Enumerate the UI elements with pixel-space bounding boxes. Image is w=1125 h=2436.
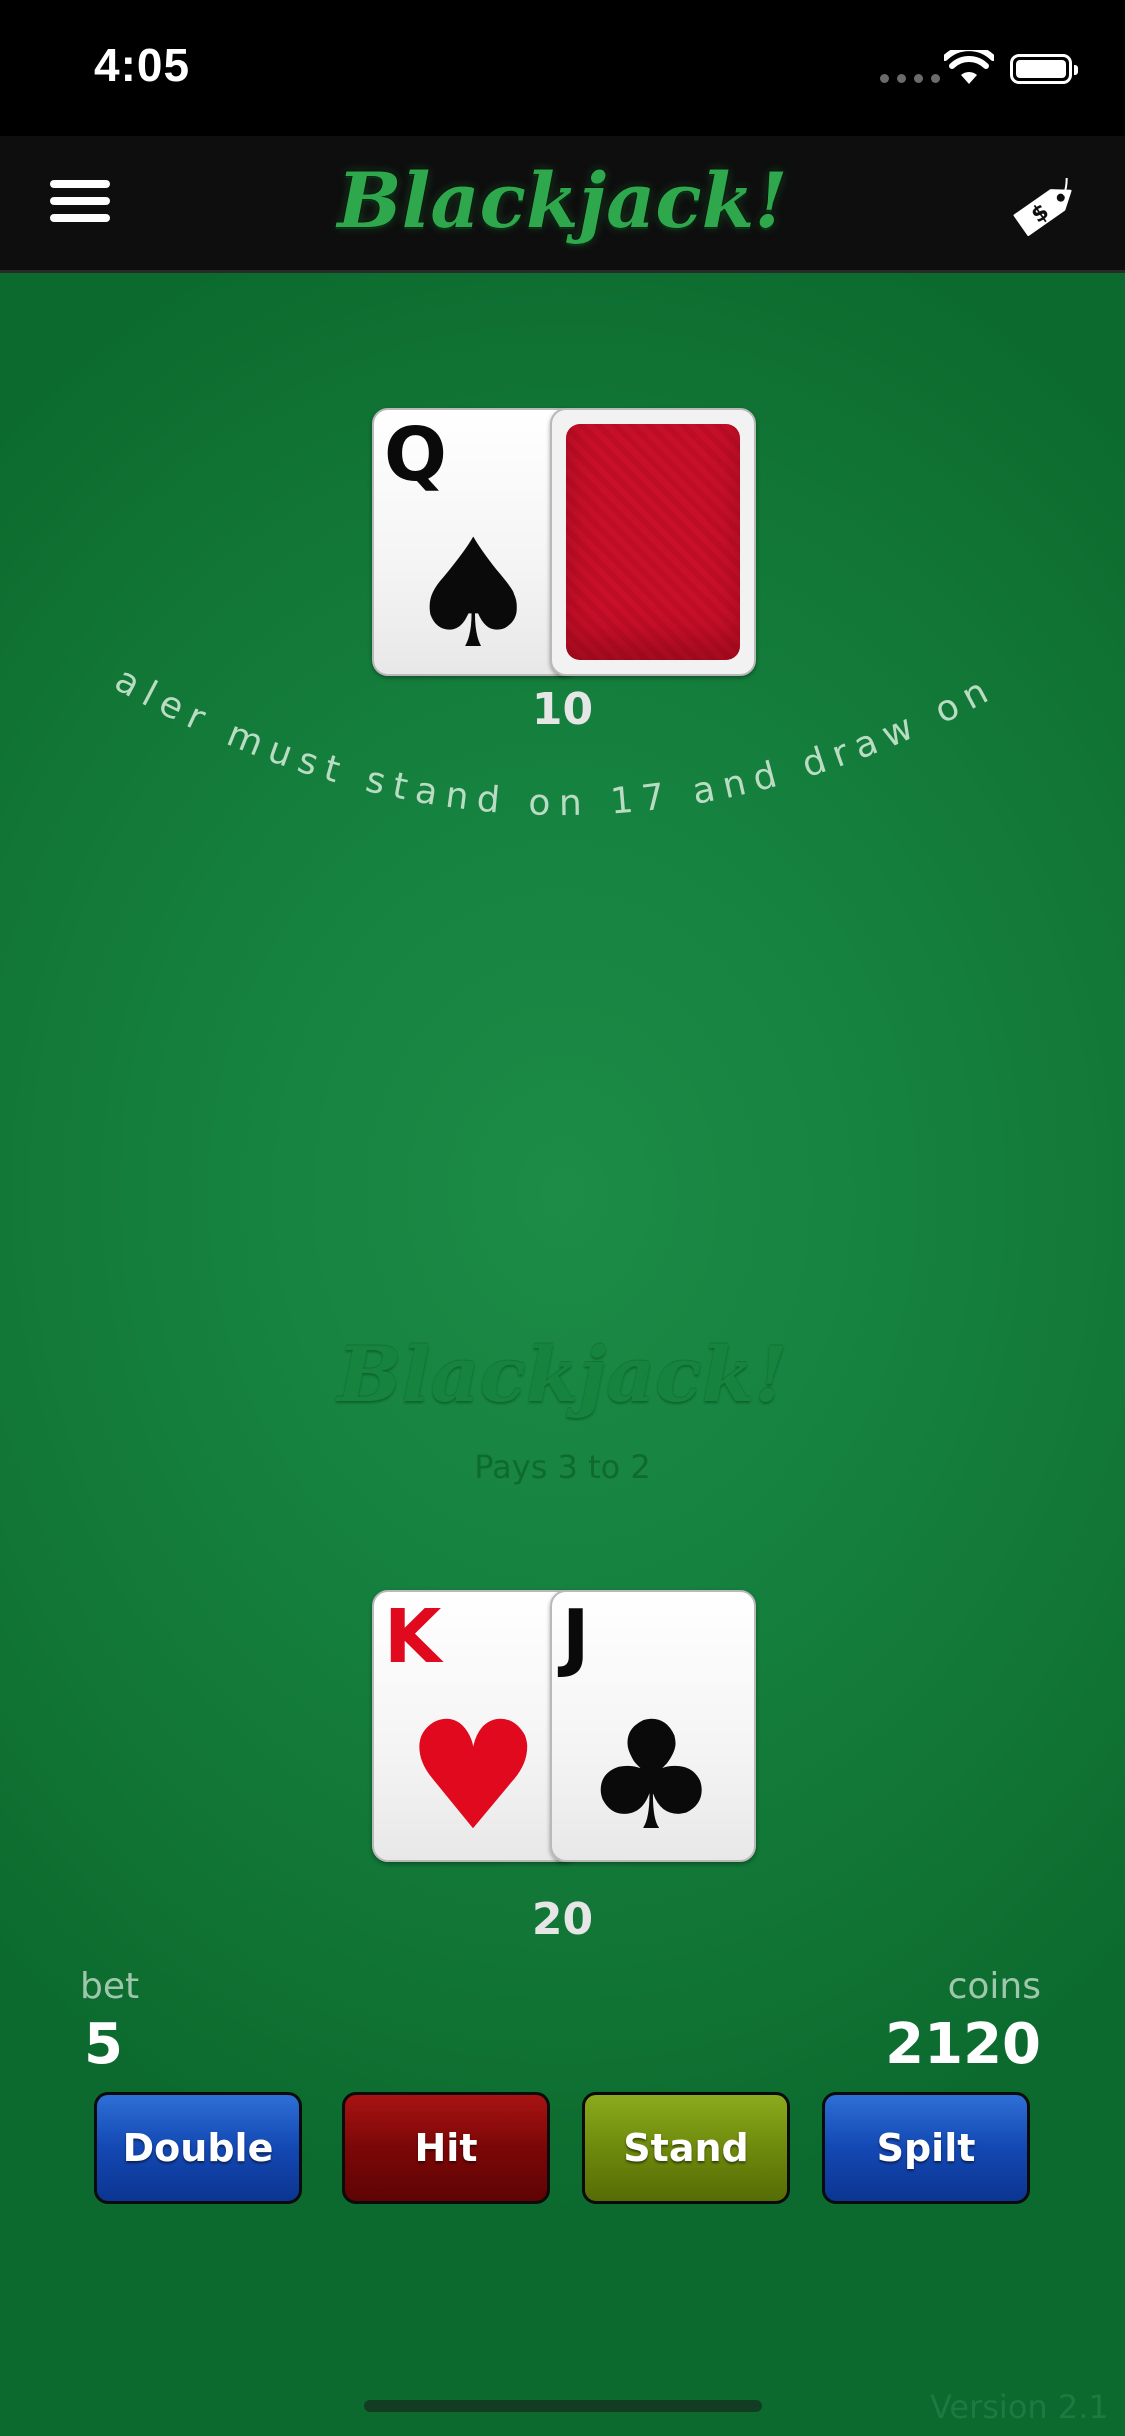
hit-button[interactable]: Hit (342, 2092, 550, 2204)
rule-text-path: Dealer must stand on 17 and draw on 16 (0, 640, 1012, 824)
coins-label: coins (947, 1966, 1041, 2007)
price-tag-icon[interactable]: $ (1008, 178, 1084, 238)
club-suit-icon: ♣ (584, 1690, 719, 1862)
status-bar: 4:05 (0, 0, 1125, 136)
split-button[interactable]: Spilt (822, 2092, 1030, 2204)
version-label: Version 2.1 (930, 2388, 1109, 2426)
table-logo: Blackjack! (337, 1330, 788, 1419)
card-rank: Q (384, 412, 447, 498)
payout-text: Pays 3 to 2 (474, 1448, 651, 1486)
card-rank: J (562, 1594, 590, 1680)
card-rank: K (384, 1594, 442, 1680)
app-title-logo: Blackjack! (337, 156, 788, 245)
dealer-card-2-face-down (550, 408, 756, 676)
bet-label: bet (80, 1966, 140, 2007)
battery-icon (1010, 54, 1078, 84)
dealer-card-1: Q ♠ (372, 408, 578, 676)
heart-suit-icon: ♥ (406, 1690, 541, 1862)
cellular-signal-icon (880, 74, 940, 83)
player-card-2: J ♣ (550, 1590, 756, 1862)
nav-bar: Blackjack! $ (0, 136, 1125, 273)
player-score: 20 (531, 1894, 594, 1945)
home-indicator[interactable] (364, 2400, 762, 2412)
card-back-pattern (566, 424, 740, 660)
double-button[interactable]: Double (94, 2092, 302, 2204)
stand-button[interactable]: Stand (582, 2092, 790, 2204)
dealer-rule-text: Dealer must stand on 17 and draw on 16 (0, 640, 1021, 824)
svg-text:Dealer must stand on 17 and dr: Dealer must stand on 17 and draw on 16 (0, 640, 1021, 824)
coins-value: 2120 (885, 2012, 1041, 2077)
bet-value: 5 (84, 2012, 123, 2077)
wifi-icon (944, 50, 994, 84)
status-time: 4:05 (94, 39, 191, 91)
player-card-1: K ♥ (372, 1590, 578, 1862)
